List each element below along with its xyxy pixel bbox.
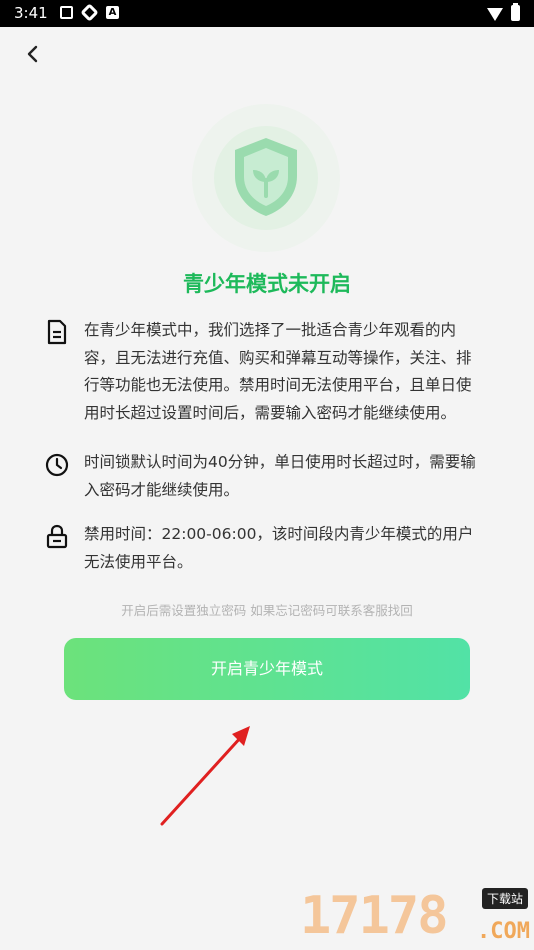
- notification-icon: [60, 6, 73, 19]
- enable-youth-mode-button[interactable]: 开启青少年模式: [64, 638, 470, 700]
- info-text: 在青少年模式中，我们选择了一批适合青少年观看的内容，且无法进行充值、购买和弹幕互…: [84, 321, 472, 422]
- wifi-icon: [487, 7, 503, 21]
- status-icons-right: [487, 3, 520, 21]
- clock-icon: [45, 453, 69, 477]
- page-title: 青少年模式未开启: [183, 272, 351, 296]
- lock-icon: [46, 524, 68, 549]
- watermark-logo: 17178 下载站 .COM: [300, 886, 530, 946]
- info-text: 禁用时间：22:00-06:00，该时间段内青少年模式的用户无法使用平台。: [84, 525, 474, 571]
- watermark-suffix: .COM: [477, 919, 530, 944]
- status-icons-left: A: [60, 3, 119, 22]
- a-icon: A: [106, 6, 119, 19]
- back-button[interactable]: [18, 40, 46, 68]
- red-arrow-annotation: [160, 726, 250, 826]
- app-icon: [80, 3, 99, 22]
- watermark-digits: 17178: [300, 886, 449, 946]
- watermark-badge: 下载站: [481, 888, 528, 909]
- shield-illustration: [192, 104, 340, 252]
- status-time: 3:41: [14, 4, 48, 22]
- shield-leaf-icon: [235, 138, 297, 216]
- info-text: 时间锁默认时间为40分钟，单日使用时长超过时，需要输入密码才能继续使用。: [84, 453, 476, 499]
- battery-icon: [511, 3, 520, 21]
- password-hint: 开启后需设置独立密码 如果忘记密码可联系客服找回: [121, 603, 413, 618]
- status-bar: 3:41 A: [0, 0, 534, 27]
- document-icon: [47, 319, 67, 345]
- chevron-left-icon: [27, 45, 38, 63]
